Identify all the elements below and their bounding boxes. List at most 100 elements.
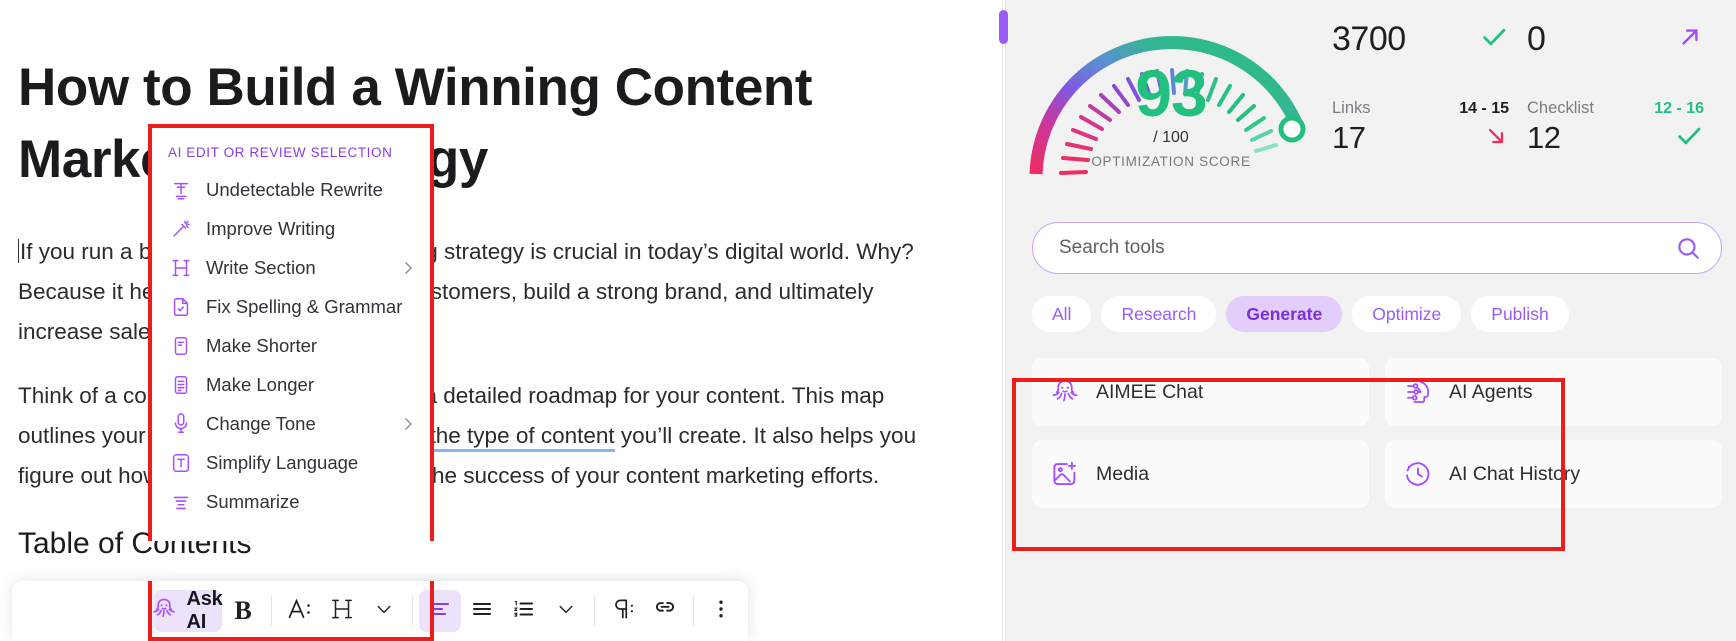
ai-edit-menu[interactable]: AI EDIT OR REVIEW SELECTION Undetectable… bbox=[152, 128, 430, 541]
align-left-button[interactable] bbox=[419, 590, 462, 632]
tool-filter-chips: All Research Generate Optimize Publish bbox=[1032, 296, 1722, 332]
summarize-lines-icon bbox=[168, 489, 194, 515]
chevron-down-icon bbox=[556, 599, 576, 624]
chevron-down-icon bbox=[374, 599, 394, 624]
ai-menu-item-label: Write Section bbox=[206, 256, 316, 278]
score-header: 93 / 100 OPTIMIZATION SCORE 3700 0 Links… bbox=[1006, 0, 1736, 200]
heading-icon bbox=[329, 596, 355, 627]
paragraph-2-link[interactable]: the type of content bbox=[429, 423, 615, 452]
font-size-icon bbox=[286, 595, 314, 628]
tool-card-media[interactable]: Media bbox=[1032, 440, 1369, 508]
tools-area: All Research Generate Optimize Publish bbox=[1006, 222, 1736, 508]
pane-divider bbox=[1002, 0, 1003, 641]
ai-menu-item-change-tone[interactable]: Change Tone bbox=[152, 404, 430, 443]
ai-menu-header: AI EDIT OR REVIEW SELECTION bbox=[168, 145, 393, 160]
make-longer-icon bbox=[168, 372, 194, 398]
heading-h-icon bbox=[168, 255, 194, 281]
ask-ai-button[interactable]: Ask AI bbox=[151, 588, 223, 633]
bullet-list-button[interactable] bbox=[461, 590, 503, 632]
document-check-icon bbox=[168, 294, 194, 320]
list-dropdown[interactable] bbox=[545, 590, 587, 632]
chip-publish[interactable]: Publish bbox=[1471, 296, 1569, 332]
magic-wand-icon bbox=[168, 216, 194, 242]
issues-count-value: 0 bbox=[1527, 20, 1546, 58]
tool-card-label: AI Chat History bbox=[1449, 462, 1581, 485]
numbered-list-icon bbox=[512, 597, 536, 626]
bold-icon: B bbox=[234, 596, 252, 625]
checklist-value: 12 bbox=[1527, 120, 1561, 155]
text-t-icon bbox=[168, 450, 194, 476]
kebab-menu-icon bbox=[709, 597, 733, 626]
chip-generate[interactable]: Generate bbox=[1226, 296, 1343, 332]
ai-menu-item-make-longer[interactable]: Make Longer bbox=[152, 365, 430, 404]
ai-menu-item-label: Simplify Language bbox=[206, 451, 359, 473]
ai-agents-chip-icon bbox=[1403, 377, 1433, 407]
ai-menu-item-label: Make Longer bbox=[206, 373, 314, 395]
more-options-button[interactable] bbox=[700, 590, 742, 632]
ai-menu-item-fix-spelling-grammar[interactable]: Fix Spelling & Grammar bbox=[152, 287, 430, 326]
arrow-up-right-icon bbox=[1676, 23, 1704, 56]
stat-issues-count: 0 bbox=[1527, 8, 1718, 99]
stat-links: Links 14 - 15 17 bbox=[1332, 99, 1523, 190]
tool-card-ai-agents[interactable]: AI Agents bbox=[1385, 358, 1722, 426]
numbered-list-button[interactable] bbox=[503, 590, 545, 632]
ai-menu-item-label: Undetectable Rewrite bbox=[206, 178, 383, 200]
tool-cards-grid: AIMEE Chat AI Agents Media AI Chat Histo… bbox=[1032, 358, 1722, 508]
clock-history-icon bbox=[1403, 459, 1433, 489]
align-left-icon bbox=[428, 597, 452, 626]
ai-menu-item-label: Fix Spelling & Grammar bbox=[206, 295, 403, 317]
text-caret bbox=[18, 239, 19, 263]
paragraph-button[interactable] bbox=[602, 590, 644, 632]
search-input[interactable] bbox=[1059, 237, 1675, 259]
chevron-right-icon bbox=[399, 259, 417, 277]
checklist-range: 12 - 16 bbox=[1654, 99, 1704, 117]
arrow-down-right-icon bbox=[1483, 123, 1509, 154]
ai-menu-item-make-shorter[interactable]: Make Shorter bbox=[152, 326, 430, 365]
ai-menu-item-write-section[interactable]: Write Section bbox=[152, 248, 430, 287]
tool-card-aimee-chat[interactable]: AIMEE Chat bbox=[1032, 358, 1369, 426]
bullet-list-icon bbox=[470, 597, 494, 626]
app-root: How to Build a Winning Content Marketing… bbox=[0, 0, 1736, 641]
chip-all[interactable]: All bbox=[1032, 296, 1092, 332]
chip-optimize[interactable]: Optimize bbox=[1352, 296, 1462, 332]
check-icon bbox=[1674, 121, 1704, 156]
ai-menu-item-summarize[interactable]: Summarize bbox=[152, 482, 430, 521]
heading-dropdown[interactable] bbox=[363, 590, 405, 632]
chevron-right-icon bbox=[399, 415, 417, 433]
microphone-icon bbox=[168, 411, 194, 437]
ai-menu-item-label: Summarize bbox=[206, 490, 300, 512]
ai-menu-item-undetectable-rewrite[interactable]: Undetectable Rewrite bbox=[152, 170, 430, 209]
heading-button[interactable] bbox=[321, 590, 363, 632]
ai-menu-item-simplify-language[interactable]: Simplify Language bbox=[152, 443, 430, 482]
word-count-value: 3700 bbox=[1332, 20, 1406, 58]
make-shorter-icon bbox=[168, 333, 194, 359]
ai-menu-item-improve-writing[interactable]: Improve Writing bbox=[152, 209, 430, 248]
stat-word-count: 3700 bbox=[1332, 8, 1523, 99]
tools-sidebar: 93 / 100 OPTIMIZATION SCORE 3700 0 Links… bbox=[999, 0, 1736, 641]
ai-menu-item-label: Change Tone bbox=[206, 412, 316, 434]
link-icon bbox=[652, 596, 678, 627]
checklist-label: Checklist bbox=[1527, 99, 1594, 117]
octopus-icon bbox=[151, 596, 177, 627]
pane-resize-handle[interactable] bbox=[999, 10, 1008, 44]
tool-card-label: AI Agents bbox=[1449, 380, 1533, 403]
link-button[interactable] bbox=[644, 590, 686, 632]
ai-menu-item-label: Improve Writing bbox=[206, 217, 336, 239]
check-icon bbox=[1479, 22, 1509, 57]
stats-grid: 3700 0 Links 14 - 15 17 Checklist 12 - 1… bbox=[1326, 0, 1736, 200]
search-icon[interactable] bbox=[1675, 235, 1701, 261]
tool-card-label: AIMEE Chat bbox=[1096, 380, 1204, 403]
format-toolbar: Ask AI B bbox=[12, 581, 748, 641]
image-plus-icon bbox=[1050, 459, 1080, 489]
font-size-button[interactable] bbox=[279, 590, 321, 632]
tool-card-label: Media bbox=[1096, 462, 1150, 485]
chip-research[interactable]: Research bbox=[1101, 296, 1217, 332]
links-range: 14 - 15 bbox=[1459, 99, 1509, 117]
links-label: Links bbox=[1332, 99, 1371, 117]
undetectable-rewrite-icon bbox=[168, 177, 194, 203]
tool-card-ai-chat-history[interactable]: AI Chat History bbox=[1385, 440, 1722, 508]
ai-menu-item-label: Make Shorter bbox=[206, 334, 318, 356]
search-tools-box[interactable] bbox=[1032, 222, 1722, 274]
bold-button[interactable]: B bbox=[222, 590, 264, 632]
editor-pane: How to Build a Winning Content Marketing… bbox=[0, 0, 1005, 641]
